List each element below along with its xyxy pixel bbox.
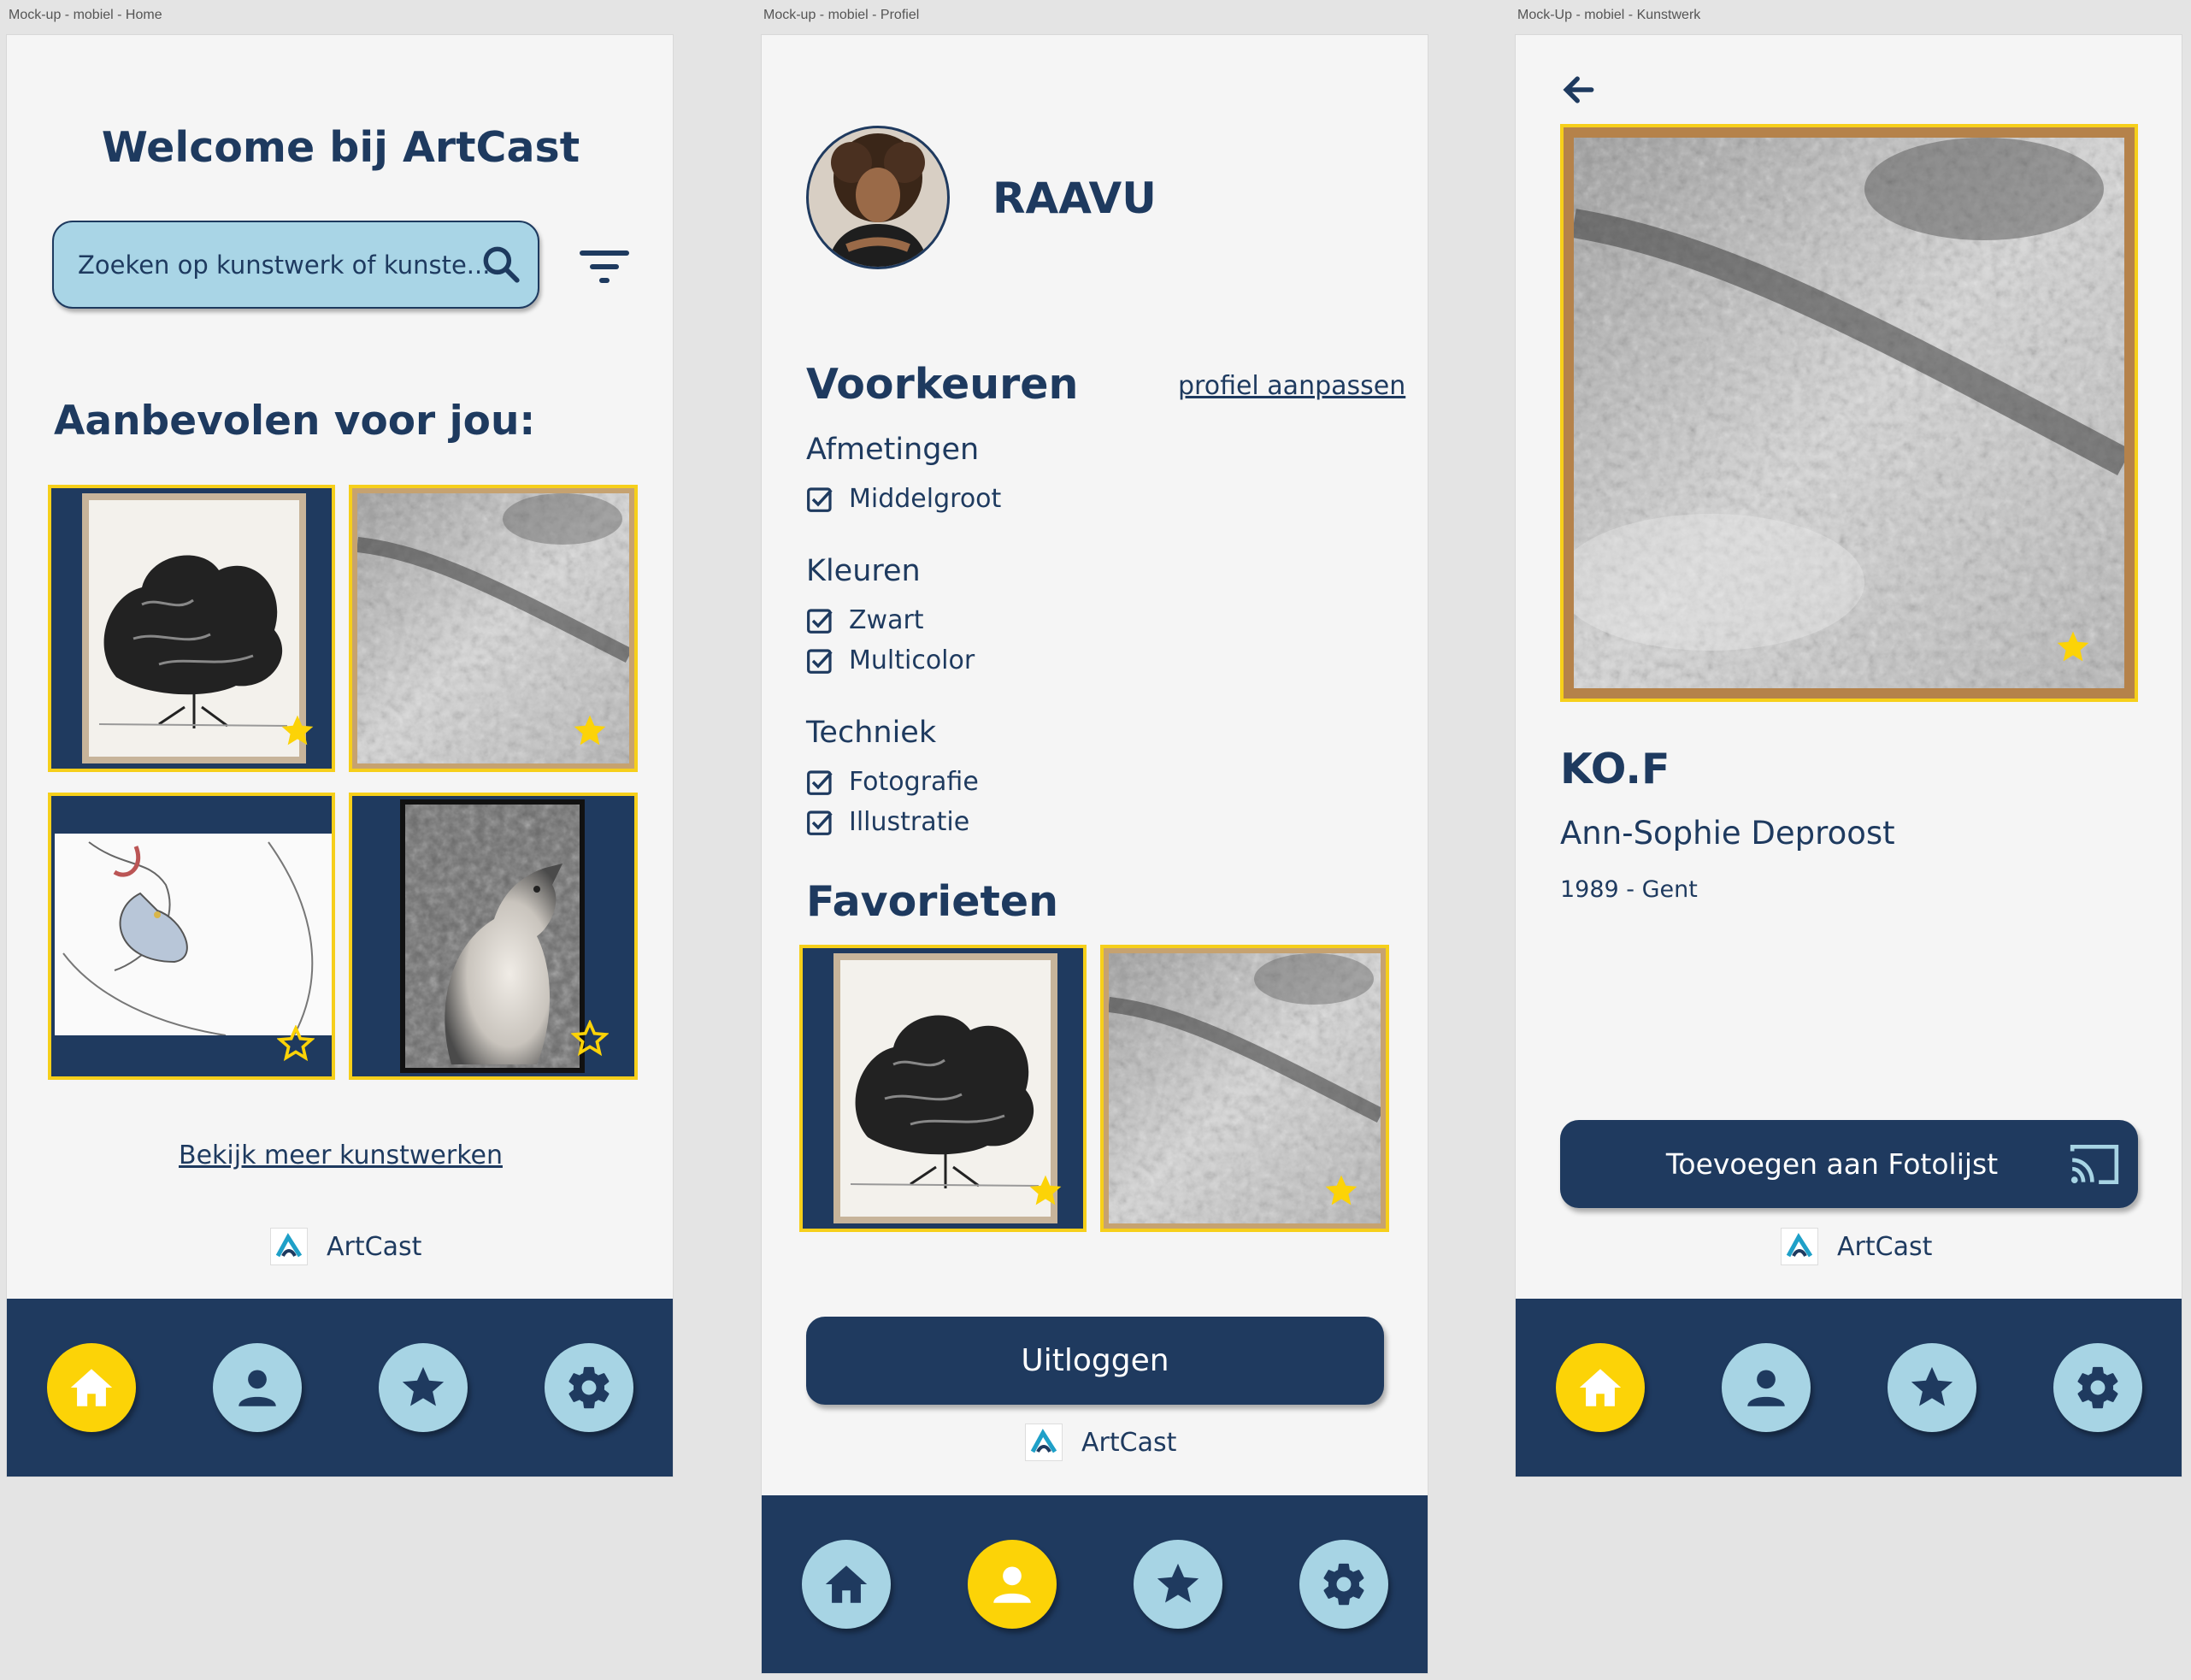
nav-home-button[interactable] (1556, 1343, 1645, 1432)
star-filled-icon[interactable] (2054, 628, 2092, 666)
bottom-nav (1516, 1299, 2182, 1477)
gear-icon (568, 1366, 610, 1409)
star-outline-icon[interactable] (277, 1025, 315, 1063)
preference-group-title: Techniek (806, 716, 937, 750)
bottom-nav (7, 1299, 673, 1477)
search-icon[interactable] (480, 243, 522, 286)
nav-favorites-button[interactable] (1888, 1343, 1976, 1432)
nav-settings-button[interactable] (2053, 1343, 2142, 1432)
nav-profile-button[interactable] (968, 1540, 1057, 1629)
preferences-title: Voorkeuren (806, 360, 1079, 409)
profile-screen: RAAVU Voorkeuren profiel aanpassen Afmet… (761, 34, 1428, 1674)
cast-icon (2070, 1145, 2119, 1184)
star-outline-icon[interactable] (571, 1020, 609, 1058)
nav-profile-button[interactable] (1722, 1343, 1811, 1432)
artwork-image (400, 799, 585, 1073)
star-icon (1911, 1366, 1953, 1406)
artwork-screen: KO.F Ann-Sophie Deproost 1989 - Gent Toe… (1515, 34, 2182, 1477)
checkbox-checked-icon (807, 769, 833, 795)
nav-home-button[interactable] (47, 1343, 136, 1432)
preference-option[interactable]: Zwart (806, 605, 924, 635)
edit-profile-link[interactable]: profiel aanpassen (1178, 371, 1405, 401)
checkbox-checked-icon (807, 608, 833, 634)
option-label: Illustratie (849, 807, 970, 837)
add-to-frame-button[interactable]: Toevoegen aan Fotolijst (1560, 1120, 2138, 1208)
artwork-image (82, 493, 306, 763)
artwork-title: KO.F (1560, 745, 1670, 793)
nav-home-button[interactable] (802, 1540, 891, 1629)
artwork-tile[interactable] (48, 793, 335, 1080)
artwork-image (1574, 138, 2124, 688)
frame-label-artwork: Mock-Up - mobiel - Kunstwerk (1517, 8, 1701, 22)
home-icon (825, 1565, 868, 1603)
preference-option[interactable]: Middelgroot (806, 484, 1001, 514)
brand-name: ArtCast (327, 1231, 422, 1262)
filter-icon[interactable] (580, 247, 629, 286)
home-icon (1579, 1369, 1622, 1406)
favorite-tile[interactable] (1100, 945, 1389, 1232)
user-icon (239, 1370, 276, 1406)
preference-option[interactable]: Multicolor (806, 645, 975, 675)
checkbox-checked-icon (807, 486, 833, 512)
artcast-logo-icon (1781, 1228, 1818, 1265)
artcast-logo-icon (270, 1228, 308, 1265)
artwork-image (833, 953, 1057, 1223)
artwork-tile[interactable] (349, 485, 638, 772)
option-label: Multicolor (849, 645, 975, 675)
preference-option[interactable]: Fotografie (806, 767, 979, 797)
artcast-logo-icon (1025, 1424, 1063, 1461)
gear-icon (2077, 1366, 2118, 1409)
artwork-tile[interactable] (48, 485, 335, 772)
checkbox-checked-icon (807, 810, 833, 835)
nav-settings-button[interactable] (1299, 1540, 1388, 1629)
frame-label-profile: Mock-up - mobiel - Profiel (763, 8, 920, 22)
nav-settings-button[interactable] (545, 1343, 633, 1432)
star-icon (1157, 1563, 1199, 1603)
star-filled-icon[interactable] (571, 712, 609, 750)
search-placeholder: Zoeken op kunstwerk of kunste... (78, 251, 491, 280)
star-icon (402, 1366, 445, 1406)
favorites-title: Favorieten (806, 877, 1059, 926)
artwork-meta: 1989 - Gent (1560, 876, 1698, 903)
brand-footer: ArtCast (1781, 1228, 1932, 1265)
user-icon (993, 1566, 1031, 1603)
avatar[interactable] (806, 126, 950, 269)
star-filled-icon[interactable] (1322, 1172, 1360, 1210)
username: RAAVU (992, 174, 1157, 223)
favorite-tile[interactable] (799, 945, 1087, 1232)
option-label: Zwart (849, 605, 924, 635)
user-icon (1747, 1370, 1785, 1406)
page-title: Welcome bij ArtCast (101, 123, 580, 172)
nav-favorites-button[interactable] (1134, 1540, 1222, 1629)
home-icon (70, 1369, 113, 1406)
search-input[interactable]: Zoeken op kunstwerk of kunste... (52, 221, 539, 309)
brand-footer: ArtCast (270, 1228, 421, 1265)
artwork-artist[interactable]: Ann-Sophie Deproost (1560, 815, 1895, 852)
checkbox-checked-icon (807, 648, 833, 674)
preference-group-title: Kleuren (806, 554, 921, 588)
preference-group-title: Afmetingen (806, 433, 980, 467)
frame-label-home: Mock-up - mobiel - Home (9, 8, 162, 22)
artwork-tile[interactable] (349, 793, 638, 1080)
brand-name: ArtCast (1837, 1231, 1933, 1262)
back-arrow-icon[interactable] (1560, 71, 1598, 109)
nav-favorites-button[interactable] (379, 1343, 468, 1432)
bottom-nav (762, 1495, 1428, 1673)
artwork-image (55, 834, 332, 1035)
brand-name: ArtCast (1081, 1427, 1177, 1458)
more-artworks-link[interactable]: Bekijk meer kunstwerken (7, 1141, 673, 1170)
preference-option[interactable]: Illustratie (806, 807, 969, 837)
option-label: Fotografie (849, 767, 979, 797)
option-label: Middelgroot (849, 484, 1002, 514)
star-filled-icon[interactable] (279, 712, 316, 750)
nav-profile-button[interactable] (213, 1343, 302, 1432)
gear-icon (1323, 1563, 1364, 1606)
add-to-frame-label: Toevoegen aan Fotolijst (1665, 1147, 1999, 1181)
logout-button[interactable]: Uitloggen (806, 1317, 1384, 1405)
brand-footer: ArtCast (1025, 1424, 1176, 1461)
star-filled-icon[interactable] (1027, 1172, 1064, 1210)
section-title: Aanbevolen voor jou: (54, 398, 536, 445)
home-screen: Welcome bij ArtCast Zoeken op kunstwerk … (6, 34, 674, 1477)
artwork-frame (1560, 124, 2138, 702)
